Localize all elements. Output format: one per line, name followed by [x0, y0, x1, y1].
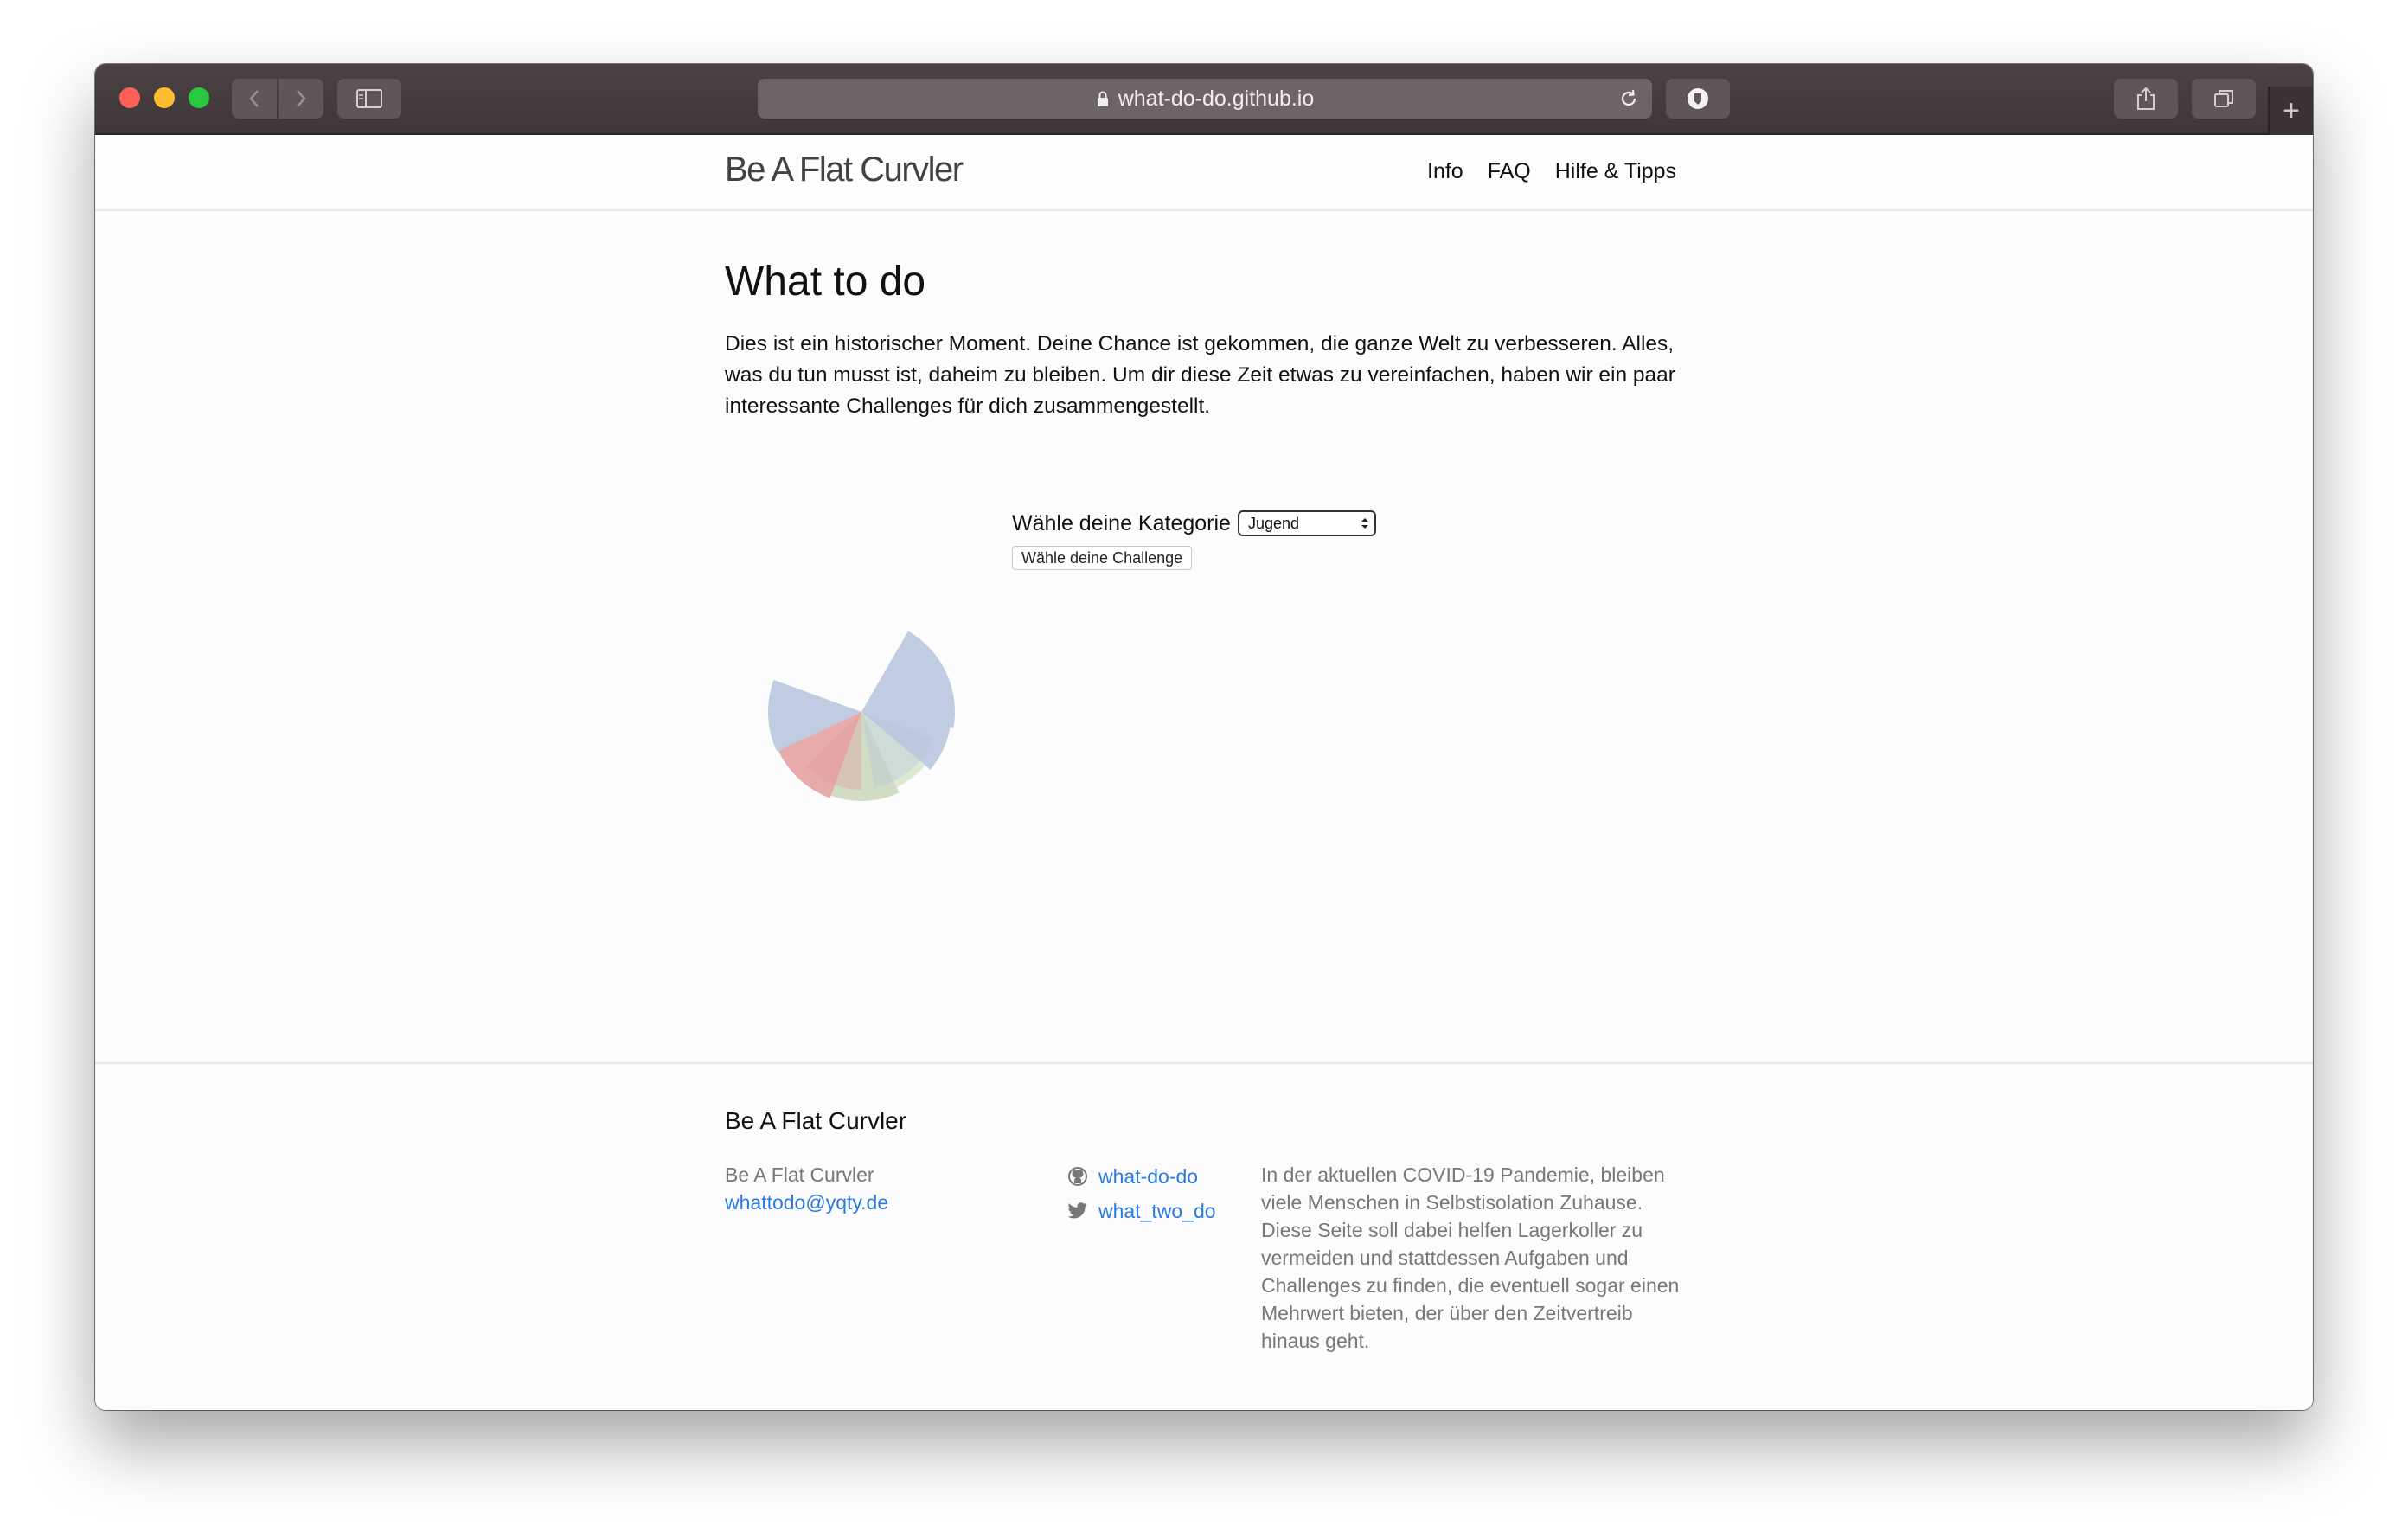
choose-challenge-button[interactable]: Wähle deine Challenge [1012, 546, 1193, 570]
maximize-window-button[interactable] [189, 87, 209, 108]
category-row: Wähle deine Kategorie Jugend [1012, 510, 1376, 536]
back-button[interactable] [232, 79, 277, 119]
category-selected-value: Jugend [1247, 514, 1300, 532]
plus-icon: + [2283, 93, 2300, 127]
category-select[interactable]: Jugend [1237, 510, 1376, 536]
browser-window: what-do-do.github.io + Be A Flat Curvler… [95, 64, 2313, 1410]
select-arrows-icon [1361, 518, 1368, 529]
site-header: Be A Flat Curvler Info FAQ Hilfe & Tipps [95, 137, 2313, 211]
nav-link-info[interactable]: Info [1427, 159, 1463, 184]
reload-icon[interactable] [1617, 87, 1640, 116]
page-title: What to do [725, 259, 926, 304]
footer-social: what-do-do what_two_do [1067, 1159, 1216, 1228]
footer-title: Be A Flat Curvler [725, 1107, 907, 1134]
shield-icon [1688, 88, 1708, 109]
challenge-wheel[interactable] [749, 569, 1043, 829]
site-nav: Info FAQ Hilfe & Tipps [1427, 159, 1676, 184]
browser-toolbar: what-do-do.github.io + [95, 64, 2313, 135]
footer-contact: Be A Flat Curvler whattodo@yqty.de [725, 1161, 888, 1216]
tabs-icon [2214, 90, 2233, 107]
minimize-window-button[interactable] [154, 87, 175, 108]
github-link[interactable]: what-do-do [1067, 1159, 1216, 1194]
chevron-right-icon [297, 90, 306, 107]
intro-text: Dies ist ein historischer Moment. Deine … [725, 332, 1675, 418]
github-icon [1068, 1167, 1087, 1186]
chevron-left-icon [249, 90, 259, 107]
share-button[interactable] [2114, 79, 2178, 119]
site-title[interactable]: Be A Flat Curvler [725, 151, 964, 189]
new-tab-button[interactable]: + [2268, 87, 2313, 135]
footer-email-link[interactable]: whattodo@yqty.de [725, 1189, 888, 1216]
twitter-icon [1067, 1202, 1087, 1219]
github-link-text: what-do-do [1098, 1164, 1199, 1188]
share-icon [2137, 87, 2155, 110]
forward-button[interactable] [279, 79, 323, 119]
sidebar-icon [356, 89, 382, 108]
nav-link-faq[interactable]: FAQ [1488, 159, 1531, 184]
web-page: Be A Flat Curvler Info FAQ Hilfe & Tipps… [95, 137, 2313, 1410]
wheel-segment-1 [861, 631, 955, 728]
tab-overview-button[interactable] [2192, 79, 2256, 119]
footer-name: Be A Flat Curvler [725, 1163, 874, 1186]
category-label: Wähle deine Kategorie [1012, 510, 1231, 535]
sidebar-toggle-button[interactable] [337, 79, 401, 119]
address-bar[interactable]: what-do-do.github.io [758, 79, 1652, 119]
lock-icon [1096, 90, 1110, 107]
twitter-link-text: what_two_do [1098, 1199, 1216, 1222]
url-text: what-do-do.github.io [1118, 86, 1315, 111]
extension-button[interactable] [1666, 79, 1730, 119]
site-footer: Be A Flat Curvler Be A Flat Curvler what… [95, 1062, 2313, 1410]
close-window-button[interactable] [119, 87, 140, 108]
nav-link-hilfe-tipps[interactable]: Hilfe & Tipps [1555, 159, 1676, 184]
twitter-link[interactable]: what_two_do [1067, 1194, 1216, 1228]
footer-description: In der aktuellen COVID-19 Pandemie, blei… [1261, 1163, 1680, 1352]
